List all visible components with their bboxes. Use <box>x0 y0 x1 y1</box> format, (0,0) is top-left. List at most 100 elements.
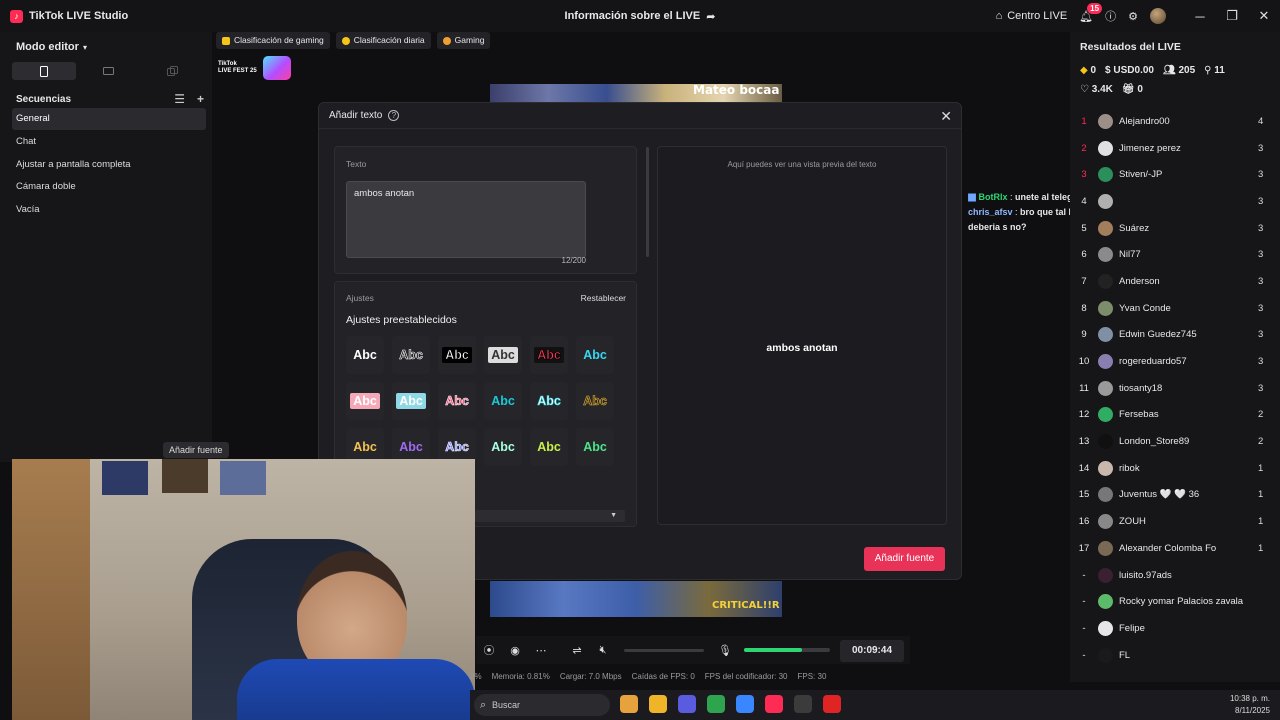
preset-style-6[interactable]: Abc <box>576 336 614 374</box>
reset-button[interactable]: Restablecer <box>581 293 626 303</box>
notifications-button[interactable]: 🔔︎ 15 <box>1073 0 1103 32</box>
avatar <box>1098 620 1113 636</box>
taskbar-app-icon[interactable] <box>620 695 638 713</box>
sequence-item-dual-camera[interactable]: Cámara doble <box>12 176 206 198</box>
mic-level-slider[interactable] <box>744 648 830 652</box>
mode-editor-dropdown[interactable]: Modo editor ▾ <box>16 41 87 53</box>
text-input[interactable] <box>346 181 586 258</box>
preset-style-17[interactable]: Abc <box>530 428 568 466</box>
gifter-row[interactable]: 11 tiosanty18 3 <box>1070 375 1280 402</box>
mic-icon[interactable]: 🎙︎ <box>712 644 738 657</box>
more-icon[interactable]: ⋯ <box>528 644 554 657</box>
live-fest-icon <box>262 56 291 80</box>
tab-landscape[interactable] <box>76 62 140 80</box>
add-sequence-icon[interactable]: + <box>197 92 204 106</box>
preset-style-11[interactable]: Abc <box>530 382 568 420</box>
preset-style-3[interactable]: Abc <box>438 336 476 374</box>
tag-gaming-ranking[interactable]: Clasificación de gaming <box>216 32 330 49</box>
sliders-icon[interactable]: ⇌ <box>564 644 590 657</box>
gift-icon: 🎁︎ <box>1121 84 1135 95</box>
taskbar-clock[interactable]: 10:38 p. m. 8/11/2025 <box>1230 693 1270 717</box>
live-info-title[interactable]: Información sobre el LIVE ➦ <box>540 10 740 23</box>
gifter-row[interactable]: - luisito.97ads <box>1070 562 1280 589</box>
taskbar-app-icon[interactable] <box>649 695 667 713</box>
gifter-row[interactable]: 15 Juventus 🤍 🤍 36 1 <box>1070 482 1280 509</box>
preset-style-10[interactable]: Abc <box>484 382 522 420</box>
help-icon[interactable]: ? <box>388 110 400 121</box>
list-icon[interactable]: ☰ <box>174 92 185 106</box>
preset-style-7[interactable]: Abc <box>346 382 384 420</box>
preset-style-5[interactable]: Abc <box>530 336 568 374</box>
gifter-row[interactable]: - Felipe <box>1070 615 1280 642</box>
preset-style-12[interactable]: Abc <box>576 382 614 420</box>
gifter-row[interactable]: 13 London_Store89 2 <box>1070 428 1280 455</box>
stream-overlay-bottom-text: CRITICAL!!R <box>712 600 780 611</box>
minimize-button[interactable]: ─ <box>1184 9 1216 24</box>
gifter-rank: - <box>1082 649 1086 661</box>
settings-button[interactable]: ⚙ <box>1122 0 1144 32</box>
preset-style-18[interactable]: Abc <box>576 428 614 466</box>
share-icon[interactable]: ➦ <box>706 10 715 23</box>
sequence-item-empty[interactable]: Vacía <box>12 199 206 221</box>
preset-style-16[interactable]: Abc <box>484 428 522 466</box>
gifter-name: Stiven/-JP <box>1119 169 1163 181</box>
record-icon[interactable]: ⦿ <box>476 642 502 658</box>
taskbar-app-icon[interactable] <box>707 695 725 713</box>
gifter-row[interactable]: 6 Nil77 3 <box>1070 241 1280 268</box>
gifter-row[interactable]: 2 Jimenez perez 3 <box>1070 135 1280 162</box>
close-window-button[interactable]: ✕ <box>1248 8 1280 24</box>
close-dialog-icon[interactable]: ✕ <box>940 108 952 125</box>
gifter-rank: 10 <box>1078 356 1090 368</box>
maximize-button[interactable]: ❐ <box>1216 8 1248 24</box>
gifter-row[interactable]: 14 ribok 1 <box>1070 455 1280 482</box>
taskbar-search[interactable]: Buscar <box>474 694 610 716</box>
add-source-button[interactable]: Añadir fuente <box>864 547 945 571</box>
help-icon: ⓘ <box>1105 11 1117 23</box>
gifter-row[interactable]: - FL <box>1070 642 1280 669</box>
sequence-item-chat[interactable]: Chat <box>12 131 206 153</box>
taskbar-app-icon[interactable] <box>736 695 754 713</box>
taskbar-app-icon[interactable] <box>794 695 812 713</box>
gifter-row[interactable]: 8 Yvan Conde 3 <box>1070 295 1280 322</box>
presets-grid: Abc Abc Abc Abc Abc Abc Abc Abc Abc Abc Abc Abc Abc A… <box>346 336 622 466</box>
centro-live-button[interactable]: ⌂ Centro LIVE <box>990 0 1074 32</box>
tab-portrait[interactable] <box>12 62 76 80</box>
gifter-row[interactable]: 43 <box>1070 188 1280 215</box>
gifter-name: ZOUH <box>1119 516 1146 528</box>
preset-style-1[interactable]: Abc <box>346 336 384 374</box>
gifter-row[interactable]: - Rocky yomar Palacios zavala <box>1070 588 1280 615</box>
gifter-row[interactable]: 3 Stiven/-JP 3 <box>1070 161 1280 188</box>
stat-cpu: 2% <box>470 672 482 681</box>
tag-gaming[interactable]: Gaming <box>436 32 491 49</box>
panel-scrollbar[interactable] <box>646 147 649 257</box>
preset-style-2[interactable]: Abc <box>392 336 430 374</box>
speaker-muted-icon[interactable]: 🔇︎ <box>590 644 616 657</box>
taskbar-app-icon[interactable] <box>823 695 841 713</box>
gifter-name: Fersebas <box>1119 409 1159 421</box>
preset-style-9[interactable]: Abc <box>438 382 476 420</box>
tab-dual[interactable] <box>140 62 204 80</box>
gifter-row[interactable]: 10 rogereduardo57 3 <box>1070 348 1280 375</box>
sequence-item-general[interactable]: General <box>12 108 206 130</box>
gifter-row[interactable]: 9 Edwin Guedez745 3 <box>1070 322 1280 349</box>
taskbar-app-icon[interactable] <box>678 695 696 713</box>
camera-icon[interactable]: ◉ <box>502 644 528 657</box>
gifter-row[interactable]: 16 ZOUH 1 <box>1070 508 1280 535</box>
gifter-row[interactable]: 12 Fersebas 2 <box>1070 402 1280 429</box>
gifter-row[interactable]: 1 Alejandro00 4 <box>1070 108 1280 135</box>
gifter-row[interactable]: 5 Suárez 3 <box>1070 215 1280 242</box>
tag-daily-ranking[interactable]: Clasificación diaria <box>335 32 431 49</box>
volume-slider[interactable] <box>624 648 704 652</box>
fest-line2: LIVE FEST 25 <box>218 68 257 74</box>
gifter-row[interactable]: 7 Anderson 3 <box>1070 268 1280 295</box>
profile-button[interactable] <box>1144 0 1172 32</box>
preset-style-8[interactable]: Abc <box>392 382 430 420</box>
font-dropdown[interactable]: ▼ <box>475 510 625 522</box>
sequence-item-fullscreen[interactable]: Ajustar a pantalla completa <box>12 154 206 176</box>
preset-style-4[interactable]: Abc <box>484 336 522 374</box>
gifter-row[interactable]: 17 Alexander Colomba Fo 1 <box>1070 535 1280 562</box>
taskbar-apps <box>620 695 841 713</box>
help-button[interactable]: ⓘ <box>1099 0 1122 32</box>
taskbar-app-icon[interactable] <box>765 695 783 713</box>
preset-sample: Abc <box>537 440 561 454</box>
